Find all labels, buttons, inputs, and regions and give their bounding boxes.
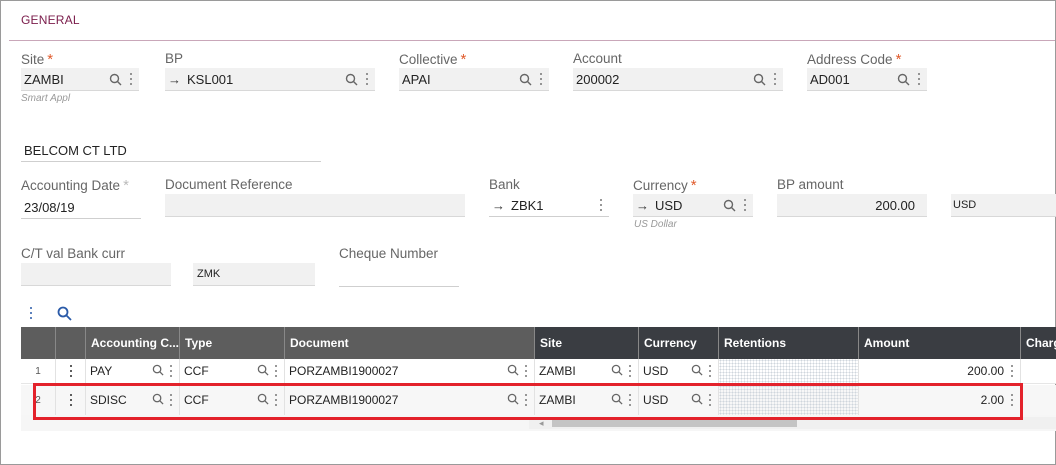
bp-name-value: BELCOM CT LTD: [24, 142, 127, 158]
col-site[interactable]: Site: [535, 327, 639, 359]
collective-value: APAI: [402, 71, 431, 87]
cell-accounting-code[interactable]: PAY: [86, 359, 180, 383]
site-field[interactable]: ZAMBI: [21, 68, 139, 91]
arrow-right-icon[interactable]: →: [636, 198, 649, 213]
kebab-menu-icon[interactable]: [359, 73, 375, 85]
bank-value: ZBK1: [511, 197, 544, 213]
document-reference-label: Document Reference: [165, 177, 293, 192]
address-code-field[interactable]: AD001: [807, 68, 927, 91]
row-highlight-annotation: [33, 383, 1023, 420]
cell-currency[interactable]: USD: [639, 359, 719, 383]
bp-amount-label: BP amount: [777, 177, 844, 192]
currency-value: USD: [655, 197, 683, 213]
arrow-right-icon[interactable]: →: [492, 198, 505, 213]
col-retentions[interactable]: Retentions: [719, 327, 859, 359]
currency-field[interactable]: → USD: [633, 194, 753, 217]
ct-val-currency: ZMK: [197, 268, 221, 280]
cell-amount[interactable]: 200.00: [859, 359, 1021, 383]
arrow-right-icon[interactable]: →: [168, 72, 181, 87]
row-number: 1: [21, 359, 56, 383]
bp-amount-field[interactable]: 200.00: [777, 194, 927, 217]
search-icon[interactable]: [751, 73, 767, 86]
accounting-date-label: Accounting Date *: [21, 177, 129, 194]
bank-field[interactable]: → ZBK1: [489, 194, 609, 217]
kebab-menu-icon[interactable]: [274, 365, 278, 377]
currency-hint: US Dollar: [634, 219, 677, 230]
cell-type[interactable]: CCF: [180, 359, 285, 383]
general-panel: GENERAL Site * ZAMBI Smart Appl BP → KSL00…: [0, 0, 1056, 465]
col-accounting-code[interactable]: Accounting C...: [86, 327, 180, 359]
kebab-menu-icon[interactable]: [533, 73, 549, 85]
search-icon[interactable]: [517, 73, 533, 86]
bp-amount-currency: USD: [953, 199, 977, 211]
account-field[interactable]: 200002: [573, 68, 783, 91]
search-icon[interactable]: [895, 73, 911, 86]
bp-field[interactable]: → KSL001: [165, 68, 375, 91]
section-divider: [9, 40, 1055, 41]
search-icon[interactable]: [691, 364, 703, 379]
site-hint: Smart Appl: [21, 93, 71, 104]
col-charge[interactable]: Charge: [1021, 327, 1056, 359]
ct-val-bank-curr-label: C/T val Bank curr: [21, 246, 126, 261]
search-icon[interactable]: [721, 199, 737, 212]
cheque-number-field[interactable]: [339, 264, 459, 287]
col-document[interactable]: Document: [285, 327, 535, 359]
bp-label: BP: [165, 51, 184, 66]
kebab-menu-icon[interactable]: [737, 199, 753, 211]
col-type[interactable]: Type: [180, 327, 285, 359]
cell-document[interactable]: PORZAMBI1900027: [285, 359, 535, 383]
bp-name-field: BELCOM CT LTD: [21, 139, 321, 162]
grid-menu-icon[interactable]: [29, 307, 33, 322]
document-reference-field[interactable]: [165, 194, 465, 217]
cell-charge[interactable]: [1021, 359, 1056, 383]
grid-search-icon[interactable]: [57, 306, 72, 324]
kebab-menu-icon[interactable]: [911, 73, 927, 85]
kebab-menu-icon[interactable]: [169, 365, 173, 377]
col-actions: [56, 327, 86, 359]
cheque-number-label: Cheque Number: [339, 246, 439, 261]
site-label: Site *: [21, 51, 54, 68]
section-title: GENERAL: [21, 13, 80, 27]
kebab-menu-icon[interactable]: [593, 199, 609, 211]
scrollbar-thumb[interactable]: [552, 419, 797, 427]
currency-label: Currency *: [633, 177, 697, 194]
bp-value: KSL001: [187, 71, 234, 87]
cell-charge[interactable]: [1021, 385, 1056, 415]
site-value: ZAMBI: [24, 71, 64, 87]
ct-val-bank-curr-field[interactable]: [21, 263, 171, 286]
kebab-menu-icon[interactable]: [123, 73, 139, 85]
search-icon[interactable]: [257, 364, 269, 379]
cell-retentions: [719, 359, 859, 383]
bank-label: Bank: [489, 177, 520, 192]
kebab-menu-icon[interactable]: [524, 365, 528, 377]
accounting-date-value: 23/08/19: [24, 199, 75, 215]
search-icon[interactable]: [152, 364, 164, 379]
account-value: 200002: [576, 71, 620, 87]
kebab-menu-icon[interactable]: [708, 365, 712, 377]
bp-amount-value: 200.00: [875, 197, 915, 213]
search-icon[interactable]: [507, 364, 519, 379]
kebab-menu-icon[interactable]: [628, 365, 632, 377]
col-currency[interactable]: Currency: [639, 327, 719, 359]
collective-field[interactable]: APAI: [399, 68, 549, 91]
address-code-label: Address Code *: [807, 51, 902, 68]
address-code-value: AD001: [810, 71, 850, 87]
search-icon[interactable]: [107, 73, 123, 86]
collective-label: Collective *: [399, 51, 467, 68]
col-rownum: [21, 327, 56, 359]
table-row[interactable]: 1 PAY CCF PORZAMBI1900027 ZAMBI USD 200.…: [21, 359, 1056, 384]
row-menu-icon[interactable]: [56, 359, 86, 383]
kebab-menu-icon[interactable]: [767, 73, 783, 85]
search-icon[interactable]: [611, 364, 623, 379]
kebab-menu-icon[interactable]: [1010, 365, 1014, 377]
cell-site[interactable]: ZAMBI: [535, 359, 639, 383]
grid-header: Accounting C... Type Document Site Curre…: [21, 327, 1056, 359]
accounting-date-field[interactable]: 23/08/19: [21, 196, 141, 219]
col-amount[interactable]: Amount: [859, 327, 1021, 359]
account-label: Account: [573, 51, 622, 66]
search-icon[interactable]: [343, 73, 359, 86]
